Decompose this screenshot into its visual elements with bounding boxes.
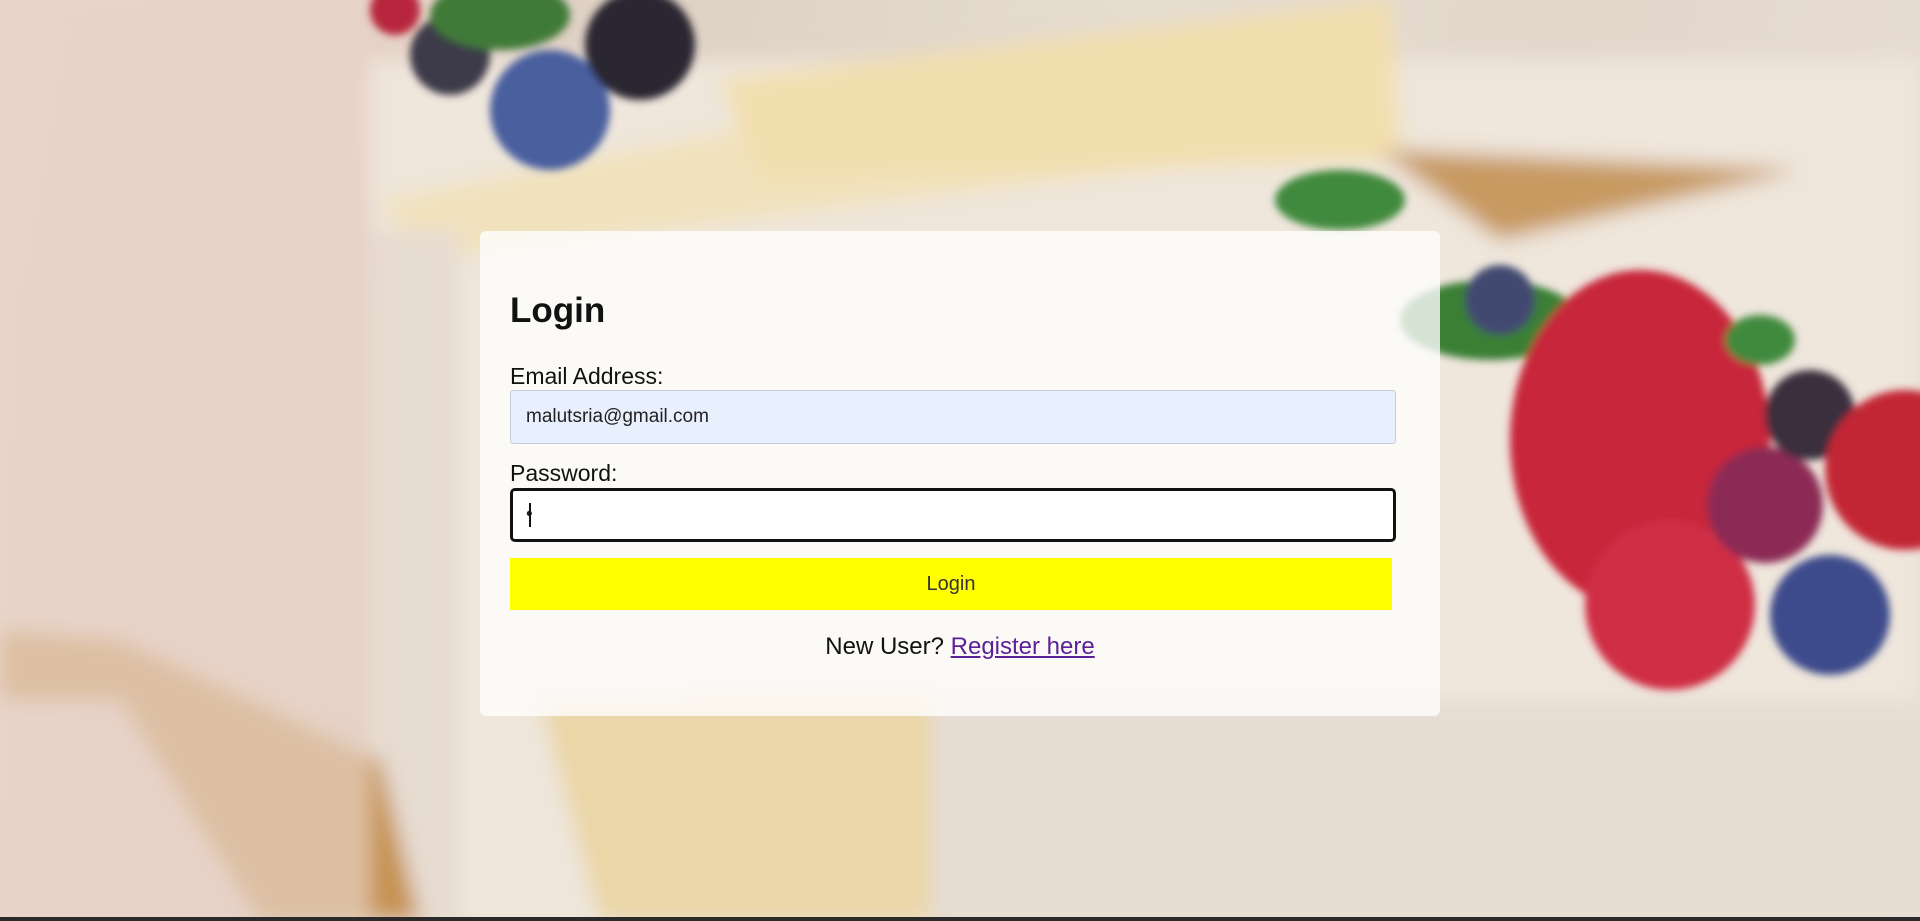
new-user-text: New User? [825, 633, 944, 660]
password-field[interactable] [510, 488, 1396, 542]
register-prompt: New User? Register here [480, 633, 1440, 661]
email-label: Email Address: [510, 363, 664, 389]
login-button[interactable]: Login [510, 558, 1392, 610]
bottom-edge-bar [0, 917, 1920, 921]
text-cursor [529, 503, 531, 527]
password-label: Password: [510, 460, 618, 486]
login-title: Login [510, 291, 606, 330]
login-card: Login Email Address: Password: Login New… [480, 231, 1440, 716]
register-link[interactable]: Register here [951, 633, 1095, 660]
email-field[interactable] [510, 390, 1396, 444]
